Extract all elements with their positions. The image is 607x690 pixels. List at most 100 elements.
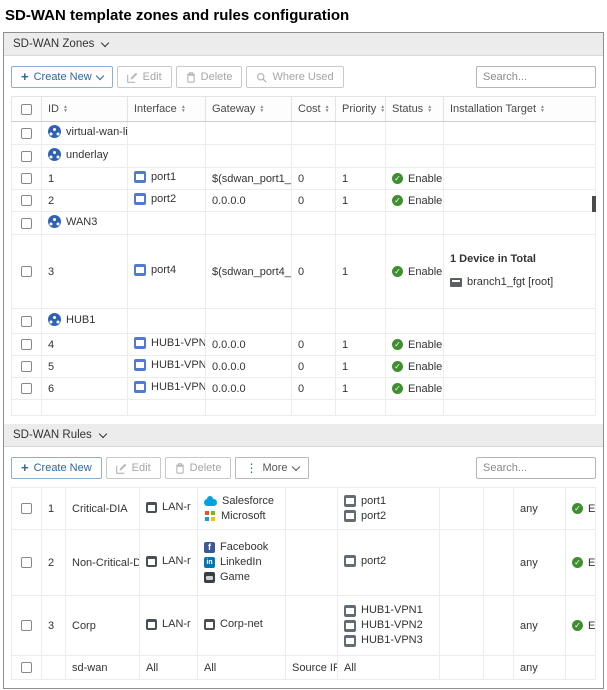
edit-pencil-icon xyxy=(127,72,138,83)
sort-icon: ▲▼ xyxy=(427,105,432,114)
rule-id: 3 xyxy=(42,596,66,656)
plus-icon: + xyxy=(21,463,29,473)
column-header-priority[interactable]: Priority▲▼ xyxy=(336,97,386,122)
table-row-member[interactable]: 1 port1 $(sdwan_port1_gw) 0 1 ✓Enable xyxy=(12,168,596,190)
enable-status-icon: ✓ xyxy=(392,361,403,372)
row-checkbox[interactable] xyxy=(21,151,32,162)
criteria-value: Source IP xyxy=(286,656,338,680)
interface-name: port2 xyxy=(151,193,176,205)
source-name: All xyxy=(140,656,198,680)
select-all-checkbox[interactable] xyxy=(21,104,32,115)
rules-delete-button[interactable]: Delete xyxy=(165,457,232,479)
interface-icon xyxy=(344,605,356,617)
row-checkbox[interactable] xyxy=(21,361,32,372)
rules-toolbar: + Create New Edit Delete ⋮ More xyxy=(11,457,596,479)
destination-name: Corp-net xyxy=(220,618,263,630)
row-checkbox[interactable] xyxy=(21,662,32,673)
interface-name: port4 xyxy=(151,264,176,276)
service-value: any xyxy=(514,488,566,530)
column-header-interface[interactable]: Interface▲▼ xyxy=(128,97,206,122)
zones-table-header-row: ID▲▼ Interface▲▼ Gateway▲▼ Cost▲▼ Priori… xyxy=(12,97,596,122)
table-row-rule[interactable]: 3 Corp LAN-r Corp-net HUB1-VPN1 HUB1-VPN… xyxy=(12,596,596,656)
gateway-value: 0.0.0.0 xyxy=(206,190,292,212)
interface-icon xyxy=(134,171,146,183)
table-row-implicit-rule[interactable]: sd-wan All All Source IP All any xyxy=(12,656,596,680)
zones-create-new-button[interactable]: + Create New xyxy=(11,66,113,88)
edit-label: Edit xyxy=(132,462,151,474)
row-checkbox[interactable] xyxy=(21,503,32,514)
delete-label: Delete xyxy=(190,462,222,474)
zones-search-input[interactable] xyxy=(476,66,596,88)
zones-delete-button[interactable]: Delete xyxy=(176,66,243,88)
row-checkbox[interactable] xyxy=(21,339,32,350)
app-name: LinkedIn xyxy=(220,556,262,569)
table-row-member[interactable]: 2 port2 0.0.0.0 0 1 ✓Enable xyxy=(12,190,596,212)
sort-icon: ▲▼ xyxy=(325,105,330,114)
rules-section-header[interactable]: SD-WAN Rules xyxy=(4,424,603,447)
rules-create-new-button[interactable]: + Create New xyxy=(11,457,102,479)
game-icon xyxy=(204,572,215,583)
zones-section-title: SD-WAN Zones xyxy=(13,38,94,50)
row-checkbox[interactable] xyxy=(21,557,32,568)
enable-status-icon: ✓ xyxy=(392,383,403,394)
column-header-status[interactable]: Status▲▼ xyxy=(386,97,444,122)
status-label: Enable xyxy=(408,266,442,278)
column-header-id[interactable]: ID▲▼ xyxy=(42,97,128,122)
interface-icon xyxy=(344,555,356,567)
rules-edit-button[interactable]: Edit xyxy=(106,457,161,479)
status-label: Enable xyxy=(588,503,596,515)
trash-icon xyxy=(175,463,185,474)
cost-value: 0 xyxy=(292,235,336,309)
edit-label: Edit xyxy=(143,71,162,83)
sdwan-template-panel: SD-WAN Zones + Create New Edit Delete Wh… xyxy=(3,32,604,689)
table-row-zone[interactable]: underlay xyxy=(12,145,596,168)
table-row-zone[interactable]: HUB1 xyxy=(12,309,596,334)
table-row-zone[interactable]: WAN3 xyxy=(12,212,596,235)
row-checkbox[interactable] xyxy=(21,316,32,327)
sdwan-zone-icon xyxy=(48,125,61,138)
row-checkbox[interactable] xyxy=(21,383,32,394)
row-checkbox[interactable] xyxy=(21,173,32,184)
zones-section-header[interactable]: SD-WAN Zones xyxy=(4,33,603,56)
table-row-member[interactable]: 3 port4 $(sdwan_port4_gw) 0 1 ✓Enable 1 … xyxy=(12,235,596,309)
row-checkbox[interactable] xyxy=(21,218,32,229)
status-label: Enable xyxy=(408,173,442,185)
zone-name: WAN3 xyxy=(66,216,97,228)
microsoft-icon xyxy=(205,511,209,515)
row-checkbox[interactable] xyxy=(21,620,32,631)
row-checkbox[interactable] xyxy=(21,128,32,139)
row-checkbox[interactable] xyxy=(21,266,32,277)
table-row-member[interactable]: 6 HUB1-VPN3 0.0.0.0 0 1 ✓Enable xyxy=(12,378,596,400)
table-row-rule[interactable]: 2 Non-Critical-DIA LAN-r Facebook Linked… xyxy=(12,530,596,596)
priority-value: 1 xyxy=(336,378,386,400)
member-id: 6 xyxy=(42,378,128,400)
service-value: any xyxy=(514,596,566,656)
column-header-installation-target[interactable]: Installation Target▲▼ xyxy=(444,97,596,122)
more-label: More xyxy=(262,462,287,474)
sort-icon: ▲▼ xyxy=(63,105,68,114)
rules-more-button[interactable]: ⋮ More xyxy=(235,457,308,479)
priority-value: 1 xyxy=(336,235,386,309)
table-row-member[interactable]: 4 HUB1-VPN1 0.0.0.0 0 1 ✓Enable xyxy=(12,334,596,356)
linkedin-icon xyxy=(204,557,215,568)
table-filler-row xyxy=(12,400,596,416)
salesforce-icon xyxy=(204,499,217,506)
column-header-cost[interactable]: Cost▲▼ xyxy=(292,97,336,122)
member-name: HUB1-VPN2 xyxy=(361,619,423,632)
interface-icon xyxy=(146,556,157,567)
zones-edit-button[interactable]: Edit xyxy=(117,66,172,88)
scrollbar-thumb[interactable] xyxy=(592,196,596,212)
interface-icon xyxy=(344,635,356,647)
table-row-rule[interactable]: 1 Critical-DIA LAN-r Salesforce Microsof… xyxy=(12,488,596,530)
zones-where-used-button[interactable]: Where Used xyxy=(246,66,343,88)
table-row-member[interactable]: 5 HUB1-VPN2 0.0.0.0 0 1 ✓Enable xyxy=(12,356,596,378)
column-header-gateway[interactable]: Gateway▲▼ xyxy=(206,97,292,122)
cost-value: 0 xyxy=(292,356,336,378)
row-checkbox[interactable] xyxy=(21,195,32,206)
plus-icon: + xyxy=(21,72,29,82)
interface-icon xyxy=(134,359,146,371)
app-name: Microsoft xyxy=(221,510,266,523)
table-row-zone[interactable]: virtual-wan-link xyxy=(12,122,596,145)
enable-status-icon: ✓ xyxy=(572,557,583,568)
rules-search-input[interactable] xyxy=(476,457,596,479)
